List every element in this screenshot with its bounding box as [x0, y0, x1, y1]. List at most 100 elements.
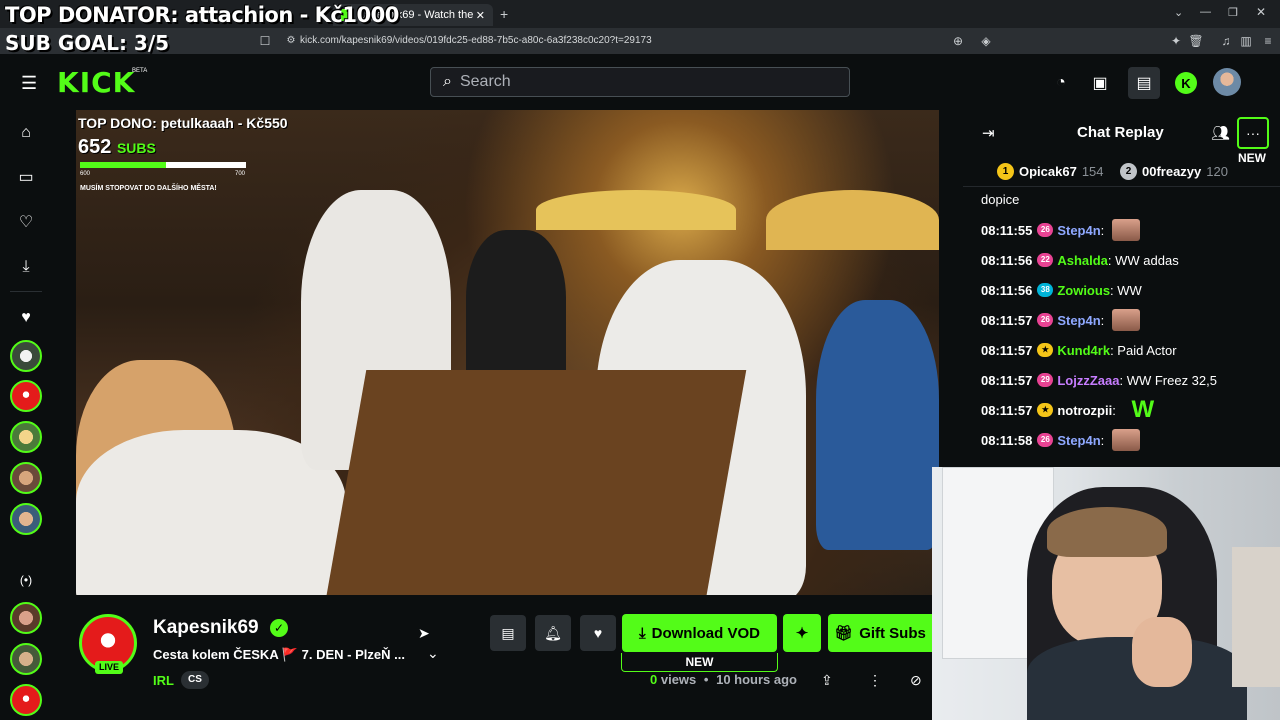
leader-name[interactable]: 00freazyy	[1142, 164, 1201, 179]
trash-icon[interactable]: 🗑	[1188, 33, 1204, 49]
sub-badge-icon: 29	[1037, 373, 1054, 387]
mod-icon[interactable]: ▣	[1087, 70, 1113, 96]
gift-subs-button[interactable]: 🎁︎ Gift Subs	[828, 614, 932, 652]
share-icon[interactable]: ⇪	[821, 672, 833, 689]
chevron-down-icon[interactable]: ⌄	[427, 645, 439, 662]
following-icon[interactable]: ♡	[14, 211, 38, 235]
shield-icon[interactable]: ◈	[978, 33, 994, 49]
chat-more-button[interactable]: ···	[1237, 117, 1269, 149]
channel-name[interactable]: Kapesnik69	[153, 617, 259, 639]
chat-username[interactable]: Kund4rk	[1057, 343, 1110, 358]
download-new-tag: NEW	[621, 653, 778, 672]
chat-username[interactable]: Ashalda	[1057, 253, 1108, 268]
home-icon[interactable]: ⌂	[14, 121, 38, 145]
chat-emote	[1111, 309, 1140, 331]
clip-icon: ▤	[501, 624, 515, 641]
heart-icon[interactable]: ♥	[14, 306, 38, 330]
chat-message: 08:11:57 ★ Kund4rk: Paid Actor	[981, 339, 1177, 361]
recommended-channel-avatar[interactable]	[10, 684, 42, 716]
dashboard-icon[interactable]: ▤	[1128, 67, 1160, 99]
gift-icon: 🎁︎	[834, 625, 854, 642]
notification-button[interactable]: 🔔︎	[535, 615, 571, 651]
url-field[interactable]: kick.com/kapesnik69/videos/019fdc25-ed88…	[300, 32, 652, 50]
clip-button[interactable]: ▤	[490, 615, 526, 651]
browser-menu-icon[interactable]: ≡	[1260, 33, 1276, 49]
chat-text: WW Freez 32,5	[1126, 372, 1217, 388]
leader-name[interactable]: Opicak67	[1019, 164, 1077, 179]
extensions-icon[interactable]: ✦	[1168, 33, 1184, 49]
more-options-icon[interactable]: ⋮	[868, 672, 882, 689]
follow-button[interactable]: ♥	[580, 615, 616, 651]
sidebar-toggle-icon[interactable]: ▥	[1238, 33, 1254, 49]
download-vod-label: Download VOD	[651, 624, 760, 642]
sparkle-button[interactable]: ✦	[783, 614, 821, 652]
chat-username[interactable]: Zowious	[1057, 283, 1110, 298]
chat-username[interactable]: notrozpii	[1057, 403, 1112, 418]
download-vod-button[interactable]: ⤓ Download VOD	[622, 614, 777, 652]
bar-max-label: 700	[235, 171, 246, 177]
followed-channel-avatar[interactable]	[10, 380, 42, 412]
chat-emote	[1111, 429, 1140, 451]
chat-timestamp: 08:11:55	[981, 222, 1033, 238]
chat-text: WW addas	[1115, 252, 1179, 268]
close-tab-icon[interactable]: ✕	[476, 9, 485, 22]
chat-username[interactable]: Step4n	[1057, 313, 1100, 328]
chat-message: 08:11:57 29 LojzzZaaa: WW Freez 32,5	[981, 369, 1217, 391]
chat-timestamp: 08:11:58	[981, 432, 1033, 448]
chat-message: 08:11:56 22 Ashalda: WW addas	[981, 249, 1179, 271]
close-window-icon[interactable]: ✕	[1256, 5, 1266, 19]
leader-count: 120	[1206, 164, 1228, 179]
kick-k-icon[interactable]: K	[1175, 72, 1197, 94]
user-avatar[interactable]	[1213, 68, 1241, 96]
chat-username[interactable]: Step4n	[1057, 223, 1100, 238]
followed-channel-avatar[interactable]	[10, 503, 42, 535]
chat-username[interactable]: Step4n	[1057, 433, 1100, 448]
zoom-icon[interactable]: ⊕	[950, 33, 966, 49]
chat-message: 08:11:57 ★ notrozpii: W	[981, 396, 1154, 423]
video-player[interactable]	[76, 110, 939, 595]
browse-icon[interactable]: ▭	[14, 166, 38, 190]
users-icon[interactable]: 👥︎	[1211, 124, 1230, 142]
language-tag[interactable]: CS	[181, 671, 209, 689]
mouse-cursor-icon: ➤	[418, 625, 430, 641]
upload-time: 10 hours ago	[716, 672, 798, 687]
verified-icon: ✓	[270, 619, 288, 637]
chat-timestamp: 08:11:57	[981, 342, 1033, 358]
kick-logo[interactable]: KICK	[57, 66, 135, 99]
sub-goal-bar-fill	[80, 162, 167, 168]
bookmark-icon[interactable]: ☐	[257, 33, 273, 49]
tab-list-icon[interactable]: ⌄	[1174, 6, 1183, 19]
search-input[interactable]: ⌕ Search	[430, 67, 850, 97]
followed-channel-avatar[interactable]	[10, 421, 42, 453]
recommended-channel-avatar[interactable]	[10, 602, 42, 634]
chat-text: WW	[1117, 282, 1142, 298]
followed-channel-avatar[interactable]	[10, 340, 42, 372]
view-count: 0 views • 10 hours ago	[650, 672, 798, 687]
maximize-icon[interactable]: ❐	[1228, 6, 1238, 19]
sub-goal-overlay: SUB GOAL: 3/5	[5, 31, 170, 55]
bar-min-label: 600	[80, 171, 91, 177]
webcam-overlay	[932, 467, 1280, 720]
search-placeholder: Search	[459, 73, 511, 90]
chat-title: Chat Replay	[1077, 124, 1164, 141]
badge-icon: ★	[1037, 403, 1054, 417]
hamburger-menu-icon[interactable]: ☰	[21, 73, 37, 94]
hide-icon[interactable]: ⊘	[910, 672, 922, 689]
minimize-icon[interactable]: —	[1200, 6, 1211, 18]
browse-icon[interactable]: ◔	[1048, 70, 1074, 96]
chat-timestamp: 08:11:57	[981, 402, 1033, 418]
music-icon[interactable]: ♫	[1218, 33, 1234, 49]
chat-new-label: NEW	[1238, 151, 1266, 165]
followed-channel-avatar[interactable]	[10, 462, 42, 494]
chat-username[interactable]: LojzzZaaa	[1057, 373, 1119, 388]
recommended-channel-avatar[interactable]	[10, 643, 42, 675]
category-link[interactable]: IRL	[153, 673, 174, 688]
download-icon: ⤓	[639, 624, 646, 642]
collapse-chat-icon[interactable]: ⇥	[982, 124, 995, 142]
site-info-icon[interactable]: ⚙	[283, 33, 299, 49]
chat-text: Paid Actor	[1117, 342, 1177, 358]
new-tab-icon[interactable]: +	[500, 6, 508, 22]
downloads-icon[interactable]: ⤓	[14, 255, 38, 279]
chat-partial-message: dopice	[981, 192, 1020, 207]
live-broadcast-icon[interactable]: (•)	[14, 568, 38, 592]
